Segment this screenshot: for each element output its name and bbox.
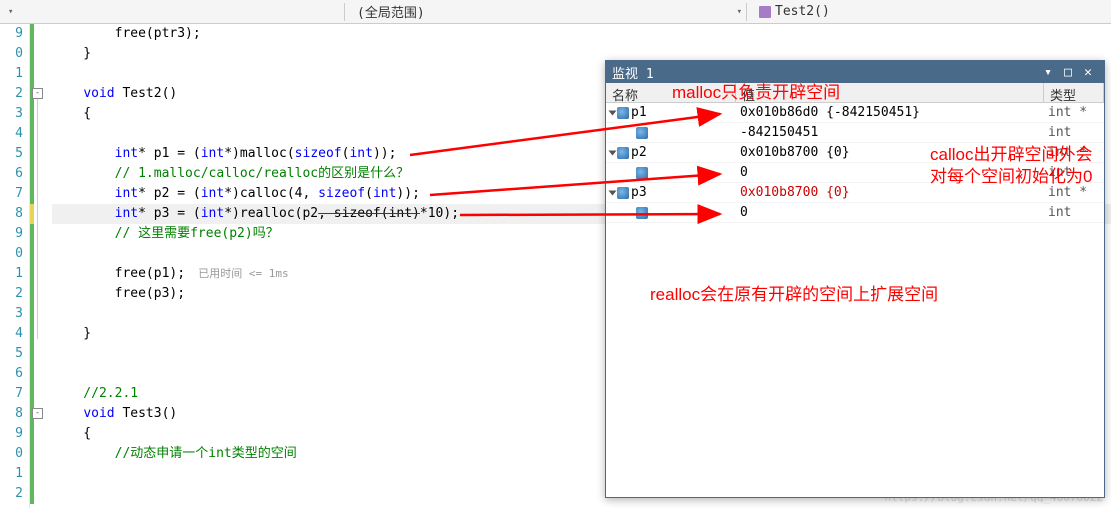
watch-row[interactable]: p1 0x010b86d0 {-842150451}int *	[606, 103, 1104, 123]
annotation-calloc-2: 对每个空间初始化为0	[930, 162, 1092, 187]
separator	[344, 3, 345, 21]
expand-icon[interactable]	[609, 110, 617, 115]
scope-label: (全局范围)	[357, 2, 425, 21]
expand-icon[interactable]	[609, 150, 617, 155]
scope-toolbar: ▾ (全局范围) ▾ Test2()	[0, 0, 1111, 24]
var-value: 0x010b86d0 {-842150451}	[736, 105, 1044, 120]
variable-icon	[636, 207, 648, 219]
dropdown-icon[interactable]: ▾	[1038, 65, 1058, 80]
scope-dropdown-mid[interactable]: (全局范围)	[349, 2, 737, 21]
var-type: int *	[1044, 105, 1104, 120]
function-dropdown[interactable]: Test2()	[751, 4, 1111, 19]
expand-icon[interactable]	[609, 190, 617, 195]
fold-toggle[interactable]: -	[32, 88, 43, 99]
line-gutter: 901234567890123456789012	[0, 24, 30, 508]
var-type: int	[1044, 205, 1104, 220]
maximize-icon[interactable]: □	[1058, 65, 1078, 80]
var-type: int *	[1044, 185, 1104, 200]
chevron-down-icon: ▾	[737, 7, 742, 17]
variable-icon	[636, 127, 648, 139]
chevron-down-icon: ▾	[8, 7, 13, 17]
var-value: 0	[736, 205, 1044, 220]
watch-row[interactable]: 0int	[606, 203, 1104, 223]
scope-dropdown-left[interactable]: ▾	[0, 7, 340, 17]
var-name: p2	[631, 145, 647, 160]
fold-line	[37, 99, 38, 339]
fold-margin: - -	[30, 24, 48, 508]
function-label: Test2()	[775, 4, 830, 19]
variable-icon	[617, 107, 629, 119]
var-type: int	[1044, 125, 1104, 140]
var-name: p3	[631, 185, 647, 200]
variable-icon	[617, 147, 629, 159]
annotation-realloc: realloc会在原有开辟的空间上扩展空间	[650, 280, 938, 305]
fold-toggle[interactable]: -	[32, 408, 43, 419]
change-marker-unsaved	[30, 204, 34, 224]
var-name: p1	[631, 105, 647, 120]
variable-icon	[636, 167, 648, 179]
var-value: 0x010b8700 {0}	[736, 185, 1044, 200]
close-icon[interactable]: ✕	[1078, 65, 1098, 80]
col-type[interactable]: 类型	[1044, 83, 1104, 102]
variable-icon	[617, 187, 629, 199]
watch-window: 监视 1 ▾ □ ✕ 名称 值 类型 p10x010b86d0 {-842150…	[605, 60, 1105, 498]
method-icon	[759, 6, 771, 18]
var-value: -842150451	[736, 125, 1044, 140]
annotation-malloc: malloc只负责开辟空间	[672, 78, 840, 103]
separator	[746, 3, 747, 21]
